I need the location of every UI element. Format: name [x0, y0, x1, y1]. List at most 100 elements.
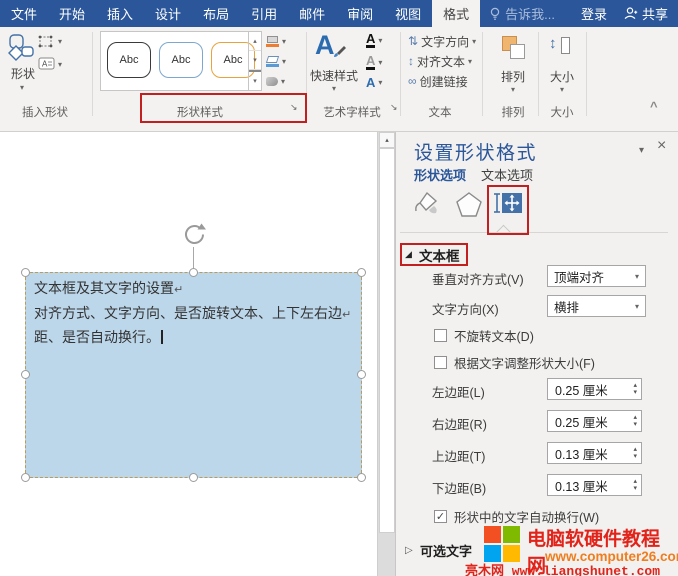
format-shape-pane: 设置形状格式 ▾ × 形状选项 文本选项 ◢ 文本框 垂直对齐方式(V) [395, 132, 678, 576]
resize-handle-e[interactable] [357, 370, 366, 379]
edit-shape-icon[interactable] [38, 35, 54, 49]
resize-handle-w[interactable] [21, 370, 30, 379]
align-text-button[interactable]: ↕ 对齐文本 ▾ [408, 53, 472, 69]
tab-insert[interactable]: 插入 [96, 0, 144, 27]
size-icon-box [561, 37, 570, 54]
spinner-arrows-icon[interactable]: ▴▾ [633, 382, 637, 396]
shape-outline-button[interactable]: ▾ [266, 53, 286, 69]
text-direction-icon: ⇅ [408, 34, 418, 48]
ribbon-format: 形状 ▾ ▾ A ▾ 插入形状 Abc Abc Abc ▴ ▾ ▾ ▾ [0, 27, 678, 132]
draw-textbox-icon[interactable]: A [38, 57, 55, 70]
document-scrollbar[interactable]: ▴ [377, 132, 395, 576]
alt-text-expand-icon[interactable]: ▷ [405, 545, 413, 556]
spinner-arrows-icon[interactable]: ▴▾ [633, 446, 637, 460]
tab-text-options[interactable]: 文本选项 [481, 165, 533, 184]
create-link-button[interactable]: ∞ 创建链接 [408, 73, 468, 89]
text-cursor [161, 330, 163, 344]
margin-left-spinner[interactable]: 0.25 厘米 ▴▾ [547, 378, 642, 400]
tab-home[interactable]: 开始 [48, 0, 96, 27]
scrollbar-thumb[interactable] [379, 148, 395, 533]
watermark-credit: 亮木网 www.liangshunet.com [465, 560, 660, 576]
resize-handle-nw[interactable] [21, 268, 30, 277]
text-direction-dropdown[interactable]: 横排 ▾ [547, 295, 646, 317]
margin-top-spinner[interactable]: 0.13 厘米 ▴▾ [547, 442, 642, 464]
chevron-down-icon: ▾ [635, 302, 639, 311]
valign-dropdown[interactable]: 顶端对齐 ▾ [547, 265, 646, 287]
group-wordart-label: 艺术字样式 [317, 104, 387, 120]
rotate-handle-icon[interactable] [182, 222, 207, 247]
text-direction-button[interactable]: ⇅ 文字方向 ▾ [408, 33, 476, 49]
shape-style-gallery: Abc Abc Abc ▴ ▾ ▾ [100, 31, 262, 91]
tab-shape-options[interactable]: 形状选项 [414, 165, 466, 184]
quick-styles-dropdown-icon[interactable]: ▾ [332, 84, 336, 93]
wordart-dialog-launcher-icon[interactable]: ↘ [390, 102, 398, 113]
tab-format[interactable]: 格式 [432, 0, 480, 27]
gallery-more-icon[interactable]: ▾ [249, 70, 261, 90]
scroll-up-icon[interactable]: ▴ [379, 132, 395, 148]
arrange-dropdown-icon[interactable]: ▾ [511, 85, 515, 94]
spinner-arrows-icon[interactable]: ▴▾ [633, 478, 637, 492]
shape-fill-button[interactable]: ▾ [266, 33, 286, 49]
tab-layout[interactable]: 布局 [192, 0, 240, 27]
spinner-arrows-icon[interactable]: ▴▾ [633, 414, 637, 428]
effects-icon[interactable] [454, 190, 484, 218]
gallery-scroll-up-icon[interactable]: ▴ [249, 32, 261, 51]
tab-view[interactable]: 视图 [384, 0, 432, 27]
fill-line-icon[interactable] [410, 188, 442, 218]
shape-effects-icon [266, 77, 278, 86]
word-window: 文件 开始 插入 设计 布局 引用 邮件 审阅 视图 格式 告诉我... 登录 … [0, 0, 678, 576]
pane-separator [400, 232, 668, 233]
size-button[interactable]: 大小 [550, 68, 574, 85]
insert-shapes-icon[interactable] [6, 32, 36, 62]
no-rotate-checkbox[interactable]: 不旋转文本(D) [434, 326, 534, 345]
section-expand-icon[interactable]: ◢ [405, 249, 412, 260]
section-textbox-header[interactable]: 文本框 [419, 245, 460, 265]
shape-effects-button[interactable]: ▾ [266, 73, 285, 89]
resize-handle-sw[interactable] [21, 473, 30, 482]
arrange-button[interactable]: 排列 [501, 68, 525, 85]
tab-file[interactable]: 文件 [0, 0, 48, 27]
tab-references[interactable]: 引用 [240, 0, 288, 27]
shapes-gallery-button[interactable]: 形状 [8, 65, 38, 82]
resize-fit-checkbox[interactable]: 根据文字调整形状大小(F) [434, 353, 595, 372]
selected-textbox[interactable]: 文本框及其文字的设置↵ 对齐方式、文字方向、是否旋转文本、上下左右边↵ 距、是否… [25, 272, 362, 478]
text-fill-button[interactable]: A ▾ [366, 32, 382, 48]
chevron-down-icon: ▾ [635, 272, 639, 281]
textbox-dropdown-icon[interactable]: ▾ [58, 60, 62, 69]
text-outline-button[interactable]: A ▾ [366, 54, 382, 70]
edit-shape-dropdown-icon[interactable]: ▾ [58, 37, 62, 46]
tell-me-label: 告诉我... [505, 4, 555, 23]
shape-style-preview-1[interactable]: Abc [107, 42, 151, 78]
resize-handle-s[interactable] [189, 473, 198, 482]
resize-handle-n[interactable] [189, 268, 198, 277]
size-dropdown-icon[interactable]: ▾ [560, 85, 564, 94]
shape-outline-icon [266, 56, 279, 67]
tell-me-box[interactable]: 告诉我... [480, 0, 564, 27]
gallery-scroll-down-icon[interactable]: ▾ [249, 51, 261, 70]
shape-style-preview-2[interactable]: Abc [159, 42, 203, 78]
tab-review[interactable]: 审阅 [336, 0, 384, 27]
layout-properties-icon[interactable] [493, 189, 523, 217]
shapes-dropdown-icon[interactable]: ▾ [20, 83, 24, 92]
resize-handle-se[interactable] [357, 473, 366, 482]
quick-styles-button[interactable]: 快速样式 [310, 67, 358, 84]
pane-close-icon[interactable]: × [657, 137, 666, 155]
tab-design[interactable]: 设计 [144, 0, 192, 27]
alt-text-section-header[interactable]: 可选文字 [420, 541, 472, 560]
group-shape-styles-label: 形状样式 [165, 104, 235, 120]
collapse-ribbon-icon[interactable]: ^ [650, 99, 658, 114]
document-area[interactable]: 文本框及其文字的设置↵ 对齐方式、文字方向、是否旋转文本、上下左右边↵ 距、是否… [0, 132, 395, 576]
sign-in-button[interactable]: 登录 [571, 0, 617, 27]
share-button[interactable]: 共享 [617, 0, 678, 27]
tab-mailings[interactable]: 邮件 [288, 0, 336, 27]
group-divider [92, 32, 93, 116]
margin-bottom-spinner[interactable]: 0.13 厘米 ▴▾ [547, 474, 642, 496]
textbox-text[interactable]: 文本框及其文字的设置↵ 对齐方式、文字方向、是否旋转文本、上下左右边↵ 距、是否… [34, 277, 356, 349]
resize-handle-ne[interactable] [357, 268, 366, 277]
pane-menu-icon[interactable]: ▾ [639, 145, 644, 156]
group-insert-shapes-label: 插入形状 [10, 104, 80, 120]
text-effects-button[interactable]: A ▾ [366, 76, 382, 89]
shape-styles-dialog-launcher-icon[interactable]: ↘ [290, 102, 298, 113]
brush-icon [331, 44, 347, 60]
margin-right-spinner[interactable]: 0.25 厘米 ▴▾ [547, 410, 642, 432]
